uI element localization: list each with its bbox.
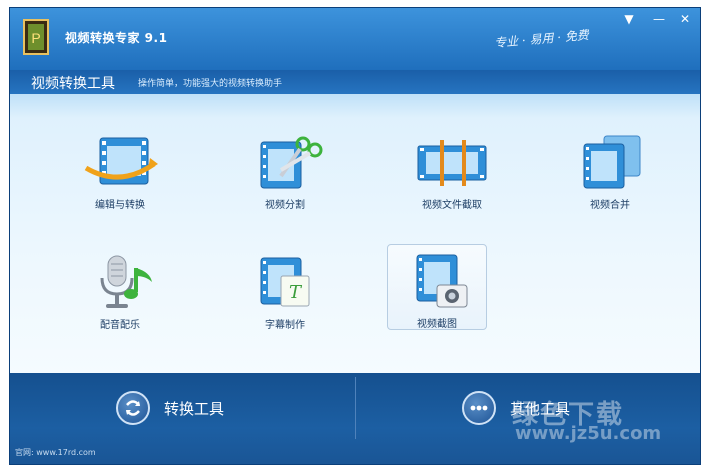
minimize-button[interactable]: — [648, 10, 670, 28]
film-cut-icon [417, 140, 487, 186]
film-camera-icon [416, 254, 468, 308]
menu-dropdown-icon[interactable]: ▼ [618, 10, 640, 28]
svg-text:T: T [289, 282, 303, 303]
more-icon [462, 391, 496, 425]
convert-tools-button[interactable]: 转换工具 [116, 391, 256, 427]
app-title: 视频转换专家 9.1 [65, 31, 168, 45]
website-link[interactable]: 官网: www.17rd.com [15, 447, 96, 458]
svg-text:P: P [31, 30, 40, 46]
tool-dubbing[interactable]: 配音配乐 [70, 252, 170, 336]
tool-label: 视频分割 [265, 200, 305, 211]
title-bar: P 视频转换专家 9.1 专业 · 易用 · 免费 ▼ — ✕ [10, 8, 700, 70]
microphone-music-icon [100, 255, 152, 308]
tool-label: 视频文件截取 [422, 200, 482, 211]
convert-tools-label: 转换工具 [164, 400, 225, 418]
app-slogan: 专业 · 易用 · 免费 [493, 27, 590, 51]
app-logo-icon: P [23, 19, 49, 55]
section-description: 操作简单，功能强大的视频转换助手 [138, 79, 283, 89]
film-edit-convert-icon [84, 137, 158, 185]
section-title: 视频转换工具 [31, 76, 115, 92]
close-button[interactable]: ✕ [674, 10, 696, 28]
watermark-url: www.jz5u.com [515, 423, 662, 444]
divider [355, 377, 356, 439]
tool-label: 编辑与转换 [95, 200, 145, 211]
tool-label: 视频截图 [417, 319, 457, 330]
tool-label: 配音配乐 [100, 320, 140, 331]
footer: 官网: www.17rd.com [10, 444, 700, 464]
tool-subtitle[interactable]: T 字幕制作 [235, 252, 335, 336]
tool-edit-convert[interactable]: 编辑与转换 [70, 132, 170, 216]
tool-label: 视频合并 [590, 200, 630, 211]
tool-screenshot[interactable]: 视频截图 [387, 244, 487, 330]
film-subtitle-icon: T [260, 257, 310, 307]
tool-merge[interactable]: 视频合并 [560, 132, 660, 216]
film-merge-icon [583, 135, 641, 189]
refresh-icon [116, 391, 150, 425]
film-scissors-icon [260, 136, 323, 189]
app-window: P 视频转换专家 9.1 专业 · 易用 · 免费 ▼ — ✕ 视频转换工具 操… [9, 7, 701, 465]
subheader-bar: 视频转换工具 操作简单，功能强大的视频转换助手 [10, 70, 700, 94]
tool-file-cut[interactable]: 视频文件截取 [402, 132, 502, 216]
tool-split[interactable]: 视频分割 [235, 132, 335, 216]
tool-label: 字幕制作 [265, 320, 305, 331]
